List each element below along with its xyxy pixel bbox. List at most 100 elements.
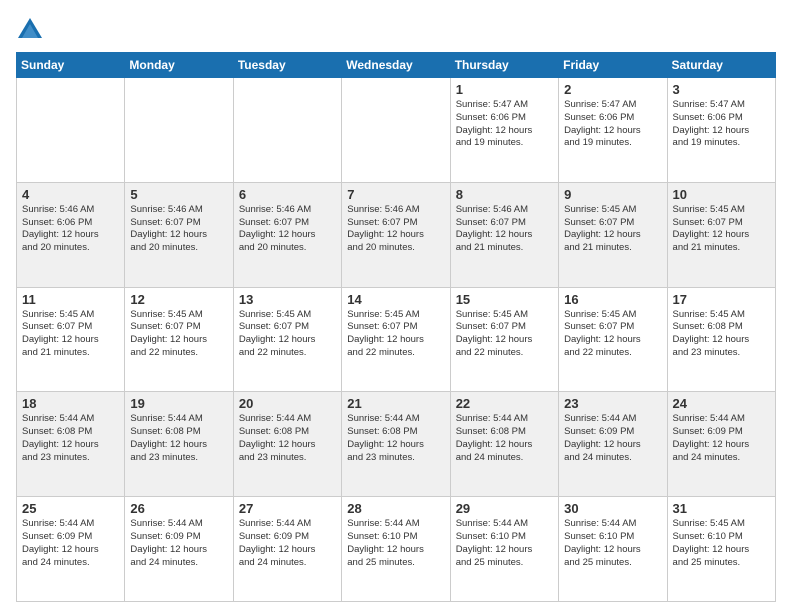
day-number: 1 (456, 82, 553, 97)
calendar-week-row: 11 Sunrise: 5:45 AM Sunset: 6:07 PM Dayli… (17, 287, 776, 392)
day-number: 22 (456, 396, 553, 411)
table-row: 17 Sunrise: 5:45 AM Sunset: 6:08 PM Dayli… (667, 287, 775, 392)
day-info: Sunrise: 5:44 AM Sunset: 6:08 PM Dayligh… (456, 413, 553, 464)
table-row: 12 Sunrise: 5:45 AM Sunset: 6:07 PM Dayli… (125, 287, 233, 392)
day-number: 12 (130, 292, 227, 307)
table-row: 9 Sunrise: 5:45 AM Sunset: 6:07 PM Daylig… (559, 182, 667, 287)
day-number: 7 (347, 187, 444, 202)
day-number: 16 (564, 292, 661, 307)
day-info: Sunrise: 5:47 AM Sunset: 6:06 PM Dayligh… (456, 99, 553, 150)
table-row: 3 Sunrise: 5:47 AM Sunset: 6:06 PM Daylig… (667, 78, 775, 183)
calendar-week-row: 18 Sunrise: 5:44 AM Sunset: 6:08 PM Dayli… (17, 392, 776, 497)
day-number: 20 (239, 396, 336, 411)
day-info: Sunrise: 5:44 AM Sunset: 6:09 PM Dayligh… (564, 413, 661, 464)
day-info: Sunrise: 5:44 AM Sunset: 6:08 PM Dayligh… (239, 413, 336, 464)
logo-icon (16, 16, 44, 44)
day-number: 13 (239, 292, 336, 307)
day-number: 23 (564, 396, 661, 411)
day-number: 9 (564, 187, 661, 202)
calendar-table: Sunday Monday Tuesday Wednesday Thursday… (16, 52, 776, 602)
day-number: 21 (347, 396, 444, 411)
day-number: 19 (130, 396, 227, 411)
col-tuesday: Tuesday (233, 53, 341, 78)
day-number: 27 (239, 501, 336, 516)
day-info: Sunrise: 5:45 AM Sunset: 6:07 PM Dayligh… (347, 309, 444, 360)
page: Sunday Monday Tuesday Wednesday Thursday… (0, 0, 792, 612)
table-row: 23 Sunrise: 5:44 AM Sunset: 6:09 PM Dayli… (559, 392, 667, 497)
logo (16, 16, 48, 44)
day-info: Sunrise: 5:45 AM Sunset: 6:07 PM Dayligh… (564, 309, 661, 360)
day-number: 25 (22, 501, 119, 516)
day-info: Sunrise: 5:45 AM Sunset: 6:07 PM Dayligh… (239, 309, 336, 360)
day-info: Sunrise: 5:44 AM Sunset: 6:08 PM Dayligh… (22, 413, 119, 464)
table-row: 24 Sunrise: 5:44 AM Sunset: 6:09 PM Dayli… (667, 392, 775, 497)
day-info: Sunrise: 5:44 AM Sunset: 6:09 PM Dayligh… (22, 518, 119, 569)
day-number: 8 (456, 187, 553, 202)
day-info: Sunrise: 5:46 AM Sunset: 6:07 PM Dayligh… (130, 204, 227, 255)
table-row: 19 Sunrise: 5:44 AM Sunset: 6:08 PM Dayli… (125, 392, 233, 497)
table-row: 15 Sunrise: 5:45 AM Sunset: 6:07 PM Dayli… (450, 287, 558, 392)
col-thursday: Thursday (450, 53, 558, 78)
day-info: Sunrise: 5:44 AM Sunset: 6:09 PM Dayligh… (130, 518, 227, 569)
day-info: Sunrise: 5:47 AM Sunset: 6:06 PM Dayligh… (564, 99, 661, 150)
table-row: 6 Sunrise: 5:46 AM Sunset: 6:07 PM Daylig… (233, 182, 341, 287)
table-row: 30Sunrise: 5:44 AM Sunset: 6:10 PM Dayli… (559, 497, 667, 602)
day-info: Sunrise: 5:45 AM Sunset: 6:07 PM Dayligh… (456, 309, 553, 360)
day-number: 17 (673, 292, 770, 307)
table-row (17, 78, 125, 183)
day-number: 2 (564, 82, 661, 97)
day-number: 4 (22, 187, 119, 202)
table-row: 25 Sunrise: 5:44 AM Sunset: 6:09 PM Dayli… (17, 497, 125, 602)
day-info: Sunrise: 5:46 AM Sunset: 6:07 PM Dayligh… (347, 204, 444, 255)
table-row (233, 78, 341, 183)
day-number: 30 (564, 501, 661, 516)
table-row: 27Sunrise: 5:44 AM Sunset: 6:09 PM Dayli… (233, 497, 341, 602)
table-row: 14Sunrise: 5:45 AM Sunset: 6:07 PM Dayli… (342, 287, 450, 392)
table-row: 28 Sunrise: 5:44 AM Sunset: 6:10 PM Dayli… (342, 497, 450, 602)
day-number: 5 (130, 187, 227, 202)
day-number: 18 (22, 396, 119, 411)
day-info: Sunrise: 5:46 AM Sunset: 6:07 PM Dayligh… (456, 204, 553, 255)
day-info: Sunrise: 5:46 AM Sunset: 6:06 PM Dayligh… (22, 204, 119, 255)
day-info: Sunrise: 5:45 AM Sunset: 6:10 PM Dayligh… (673, 518, 770, 569)
table-row: 11Sunrise: 5:45 AM Sunset: 6:07 PM Dayli… (17, 287, 125, 392)
day-info: Sunrise: 5:45 AM Sunset: 6:07 PM Dayligh… (130, 309, 227, 360)
table-row: 8 Sunrise: 5:46 AM Sunset: 6:07 PM Daylig… (450, 182, 558, 287)
day-info: Sunrise: 5:47 AM Sunset: 6:06 PM Dayligh… (673, 99, 770, 150)
day-number: 28 (347, 501, 444, 516)
day-info: Sunrise: 5:44 AM Sunset: 6:08 PM Dayligh… (347, 413, 444, 464)
col-saturday: Saturday (667, 53, 775, 78)
day-number: 15 (456, 292, 553, 307)
table-row: 21 Sunrise: 5:44 AM Sunset: 6:08 PM Dayli… (342, 392, 450, 497)
day-info: Sunrise: 5:45 AM Sunset: 6:08 PM Dayligh… (673, 309, 770, 360)
col-friday: Friday (559, 53, 667, 78)
table-row: 5 Sunrise: 5:46 AM Sunset: 6:07 PM Daylig… (125, 182, 233, 287)
table-row: 22 Sunrise: 5:44 AM Sunset: 6:08 PM Dayli… (450, 392, 558, 497)
calendar-header-row: Sunday Monday Tuesday Wednesday Thursday… (17, 53, 776, 78)
day-number: 29 (456, 501, 553, 516)
day-info: Sunrise: 5:44 AM Sunset: 6:10 PM Dayligh… (456, 518, 553, 569)
table-row (342, 78, 450, 183)
day-info: Sunrise: 5:45 AM Sunset: 6:07 PM Dayligh… (564, 204, 661, 255)
day-info: Sunrise: 5:45 AM Sunset: 6:07 PM Dayligh… (673, 204, 770, 255)
day-number: 11 (22, 292, 119, 307)
header (16, 16, 776, 44)
day-info: Sunrise: 5:44 AM Sunset: 6:08 PM Dayligh… (130, 413, 227, 464)
day-number: 24 (673, 396, 770, 411)
day-info: Sunrise: 5:44 AM Sunset: 6:10 PM Dayligh… (347, 518, 444, 569)
table-row: 29 Sunrise: 5:44 AM Sunset: 6:10 PM Dayli… (450, 497, 558, 602)
day-number: 6 (239, 187, 336, 202)
day-number: 3 (673, 82, 770, 97)
table-row: 7 Sunrise: 5:46 AM Sunset: 6:07 PM Daylig… (342, 182, 450, 287)
day-info: Sunrise: 5:44 AM Sunset: 6:09 PM Dayligh… (673, 413, 770, 464)
table-row: 31Sunrise: 5:45 AM Sunset: 6:10 PM Dayli… (667, 497, 775, 602)
table-row: 10 Sunrise: 5:45 AM Sunset: 6:07 PM Dayli… (667, 182, 775, 287)
table-row: 26Sunrise: 5:44 AM Sunset: 6:09 PM Dayli… (125, 497, 233, 602)
table-row: 16 Sunrise: 5:45 AM Sunset: 6:07 PM Dayli… (559, 287, 667, 392)
day-info: Sunrise: 5:46 AM Sunset: 6:07 PM Dayligh… (239, 204, 336, 255)
col-wednesday: Wednesday (342, 53, 450, 78)
table-row: 2 Sunrise: 5:47 AM Sunset: 6:06 PM Daylig… (559, 78, 667, 183)
col-sunday: Sunday (17, 53, 125, 78)
day-number: 10 (673, 187, 770, 202)
calendar-week-row: 1 Sunrise: 5:47 AM Sunset: 6:06 PM Daylig… (17, 78, 776, 183)
